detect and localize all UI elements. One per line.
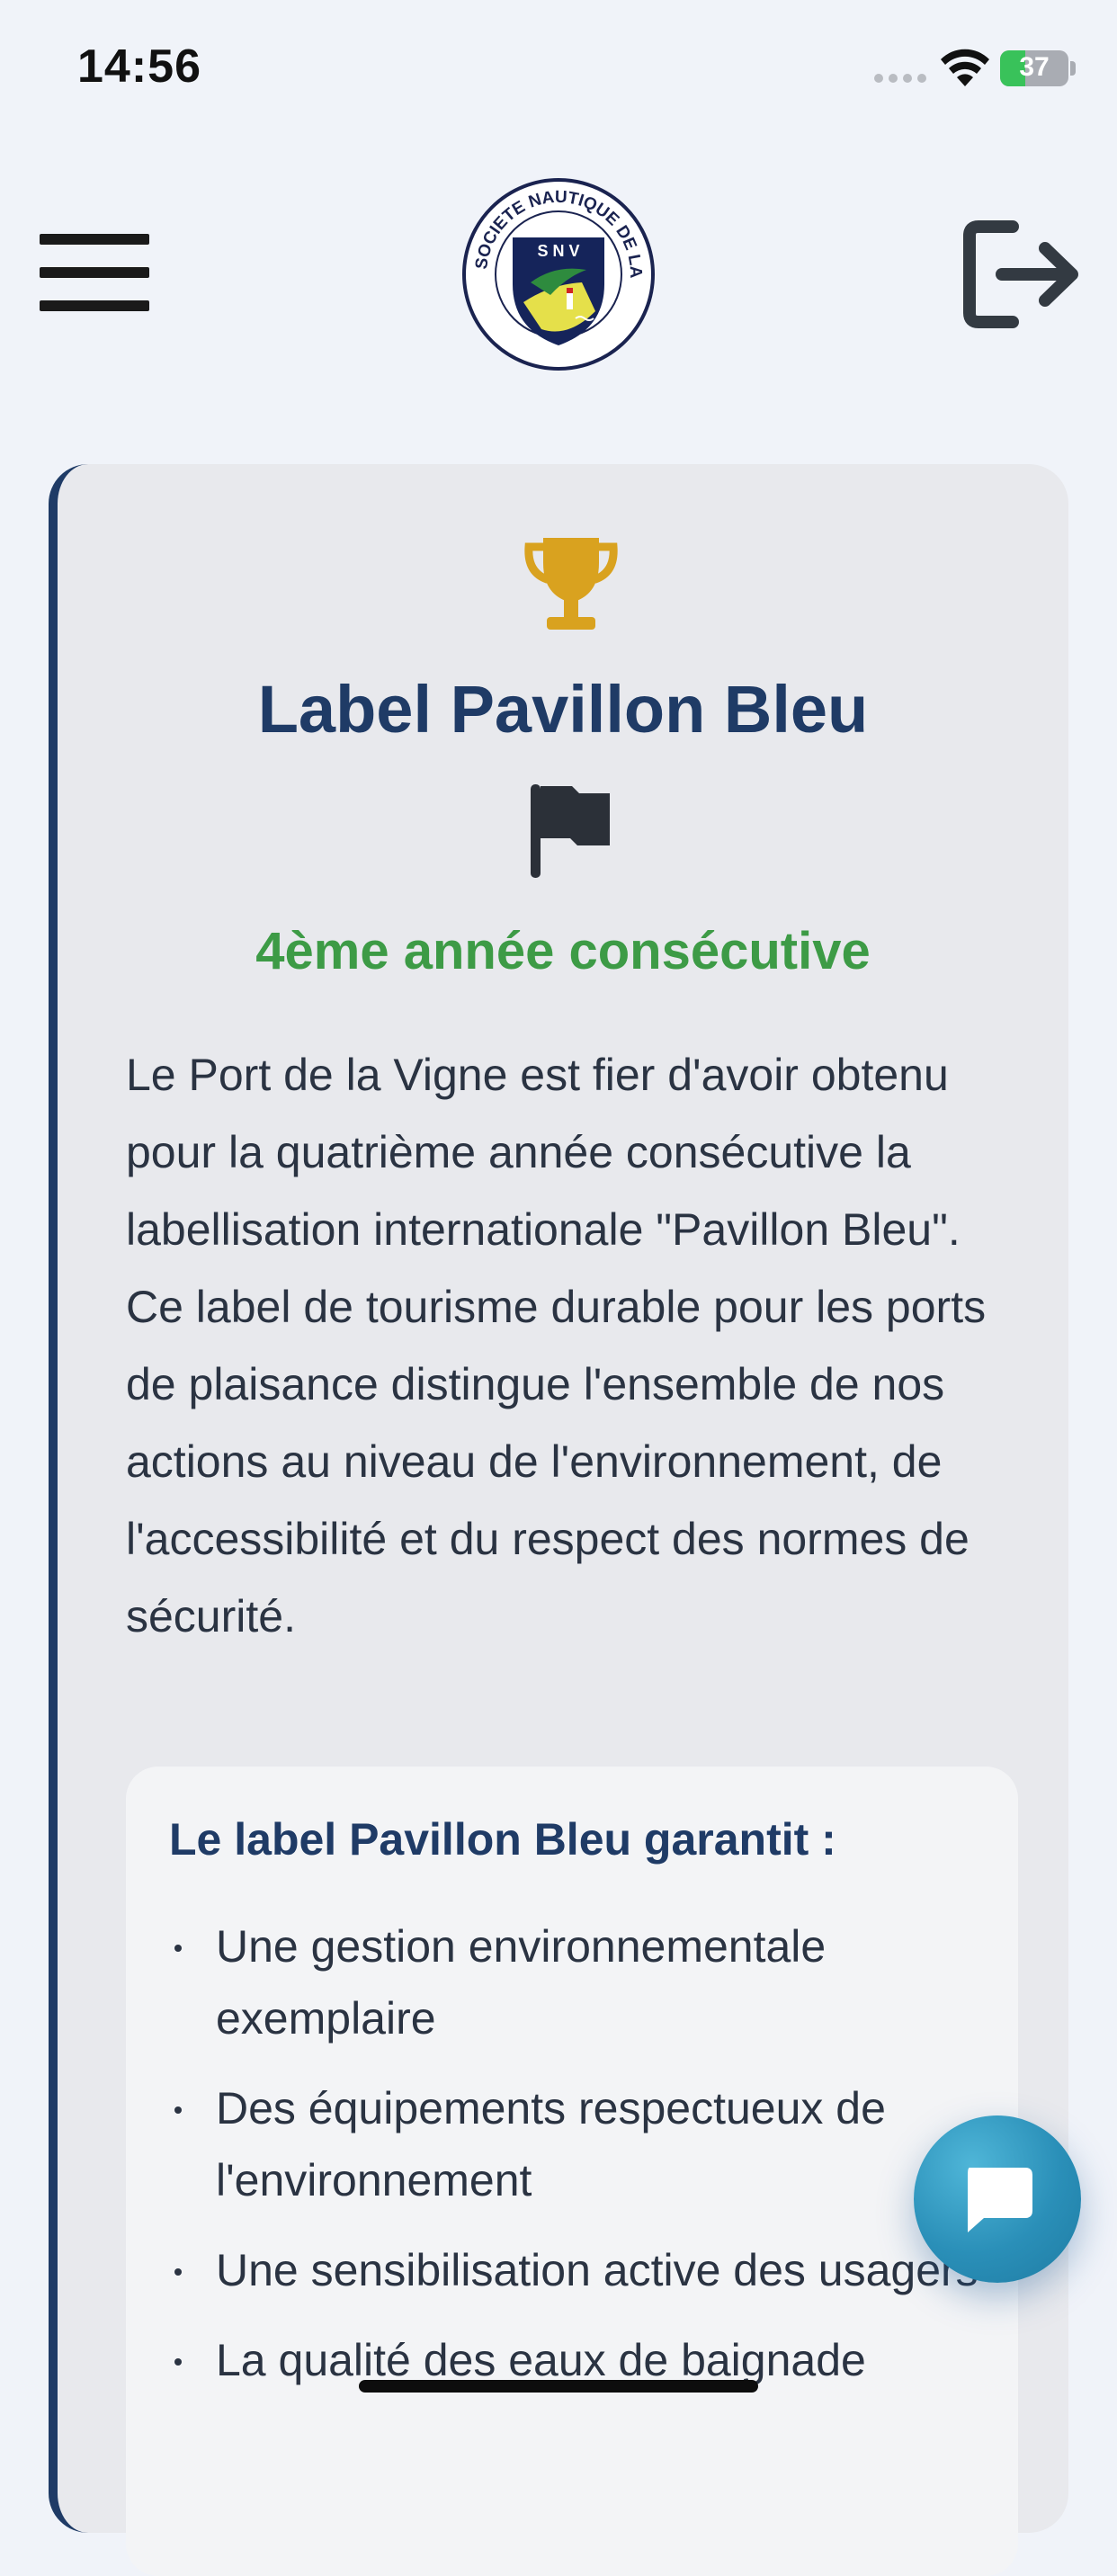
battery-nub — [1070, 61, 1076, 76]
snv-logo: SOCIETE NAUTIQUE DE LA VIGNE S N V — [460, 176, 655, 371]
app-header: SOCIETE NAUTIQUE DE LA VIGNE S N V — [0, 135, 1117, 423]
guarantee-box: Le label Pavillon Bleu garantit : Une ge… — [126, 1767, 1018, 2576]
pavillon-bleu-card: Label Pavillon Bleu 4ème année consécuti… — [49, 464, 1068, 2576]
list-item: Des équipements respectueux de l'environ… — [169, 2072, 978, 2216]
trophy-icon — [524, 538, 618, 630]
card-description: Le Port de la Vigne est fier d'avoir obt… — [126, 1050, 987, 1641]
logout-icon[interactable] — [959, 216, 1085, 333]
list-item: Une gestion environnementale exemplaire — [169, 1910, 978, 2054]
hamburger-menu-icon[interactable] — [40, 234, 149, 311]
chat-button[interactable] — [914, 2115, 1081, 2283]
logo-initials: S N V — [537, 242, 579, 260]
guarantee-list: Une gestion environnementale exemplaire … — [169, 1910, 978, 2414]
battery-level: 37 — [1019, 52, 1050, 82]
battery-charging-icon: 37 — [1000, 50, 1068, 86]
cellular-signal-icon — [874, 74, 928, 85]
chat-bubble-icon — [968, 2168, 1032, 2232]
guarantee-title: Le label Pavillon Bleu garantit : — [169, 1814, 836, 1865]
wifi-icon — [941, 49, 989, 86]
status-bar: 14:56 37 — [0, 0, 1117, 135]
card-title: Label Pavillon Bleu — [257, 672, 869, 747]
list-item: Une sensibilisation active des usagers — [169, 2234, 978, 2306]
flag-icon — [531, 784, 610, 878]
card-subtitle: 4ème année consécutive — [255, 922, 871, 980]
home-indicator — [359, 2380, 758, 2393]
status-time: 14:56 — [77, 40, 201, 93]
